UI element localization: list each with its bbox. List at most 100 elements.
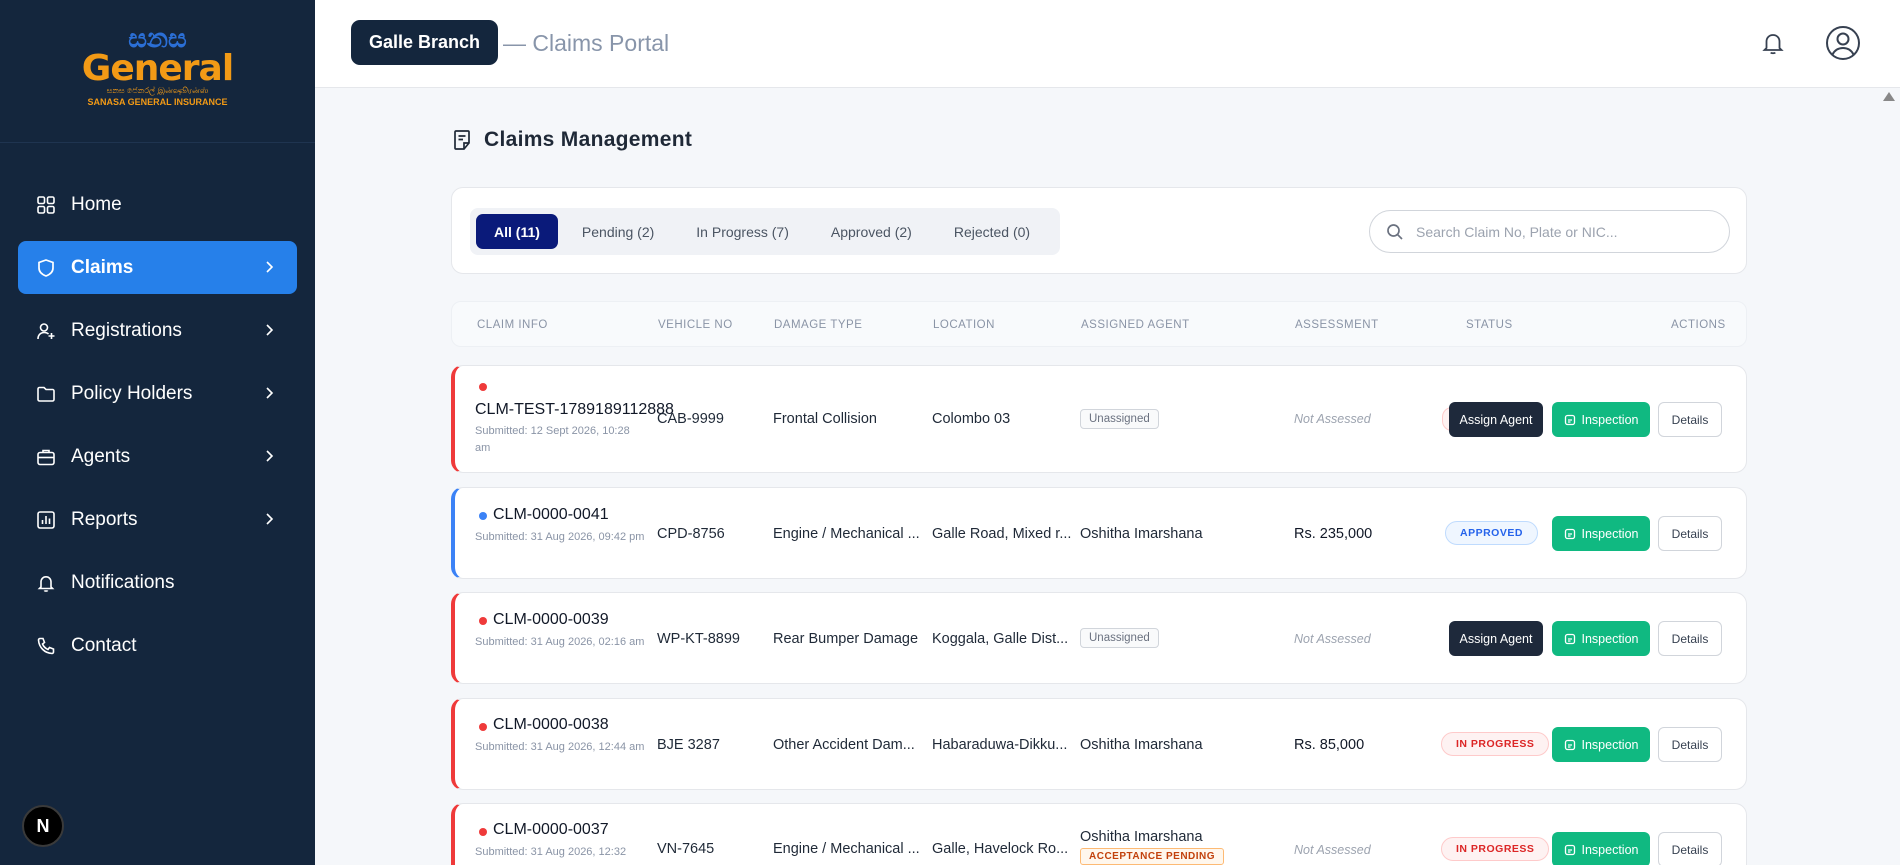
brand-logo[interactable]: සනස General සනස ජෙනරල් இன்ஷூரன்ஸ் SANASA… bbox=[0, 0, 315, 143]
inspection-button[interactable]: Inspection bbox=[1552, 832, 1650, 865]
inspection-label: Inspection bbox=[1581, 631, 1639, 646]
notification-bell-icon[interactable] bbox=[1760, 30, 1786, 56]
claim-number[interactable]: CLM-0000-0038 bbox=[493, 716, 609, 734]
table-row[interactable]: CLM-0000-0041 Submitted: 31 Aug 2026, 09… bbox=[451, 487, 1747, 579]
assigned-agent: Oshitha Imarshana bbox=[1080, 737, 1203, 753]
assign-agent-button[interactable]: Assign Agent bbox=[1449, 402, 1543, 437]
unassigned-badge: Unassigned bbox=[1080, 628, 1159, 648]
column-header: DAMAGE TYPE bbox=[774, 319, 863, 331]
sidebar-item-reports[interactable]: Reports bbox=[18, 493, 297, 546]
damage-type: Engine / Mechanical ... bbox=[773, 841, 920, 857]
folder-icon bbox=[36, 384, 56, 404]
inspection-button[interactable]: Inspection bbox=[1552, 621, 1650, 656]
sidebar-item-label: Registrations bbox=[71, 319, 182, 341]
search-input[interactable] bbox=[1416, 223, 1716, 240]
details-button[interactable]: Details bbox=[1658, 832, 1722, 865]
damage-type: Frontal Collision bbox=[773, 411, 877, 427]
table-row[interactable]: CLM-0000-0039 Submitted: 31 Aug 2026, 02… bbox=[451, 592, 1747, 684]
urgent-dot bbox=[479, 828, 487, 836]
grid-icon bbox=[36, 195, 56, 215]
chevron-right-icon bbox=[266, 513, 274, 525]
details-button[interactable]: Details bbox=[1658, 727, 1722, 762]
filter-card: All (11) Pending (2) In Progress (7) App… bbox=[451, 187, 1747, 274]
tab-approved[interactable]: Approved (2) bbox=[813, 214, 930, 249]
assessment-value: Rs. 85,000 bbox=[1294, 737, 1365, 753]
sidebar-item-home[interactable]: Home bbox=[18, 178, 297, 231]
tab-in-progress[interactable]: In Progress (7) bbox=[678, 214, 807, 249]
logo-tagline: සනස ජෙනරල් இன்ஷூரன்ஸ் bbox=[106, 86, 209, 95]
assign-agent-button[interactable]: Assign Agent bbox=[1449, 621, 1543, 656]
shield-icon bbox=[36, 258, 56, 278]
details-button[interactable]: Details bbox=[1658, 621, 1722, 656]
status-badge: IN PROGRESS bbox=[1441, 732, 1550, 756]
claim-number[interactable]: CLM-0000-0037 bbox=[493, 821, 609, 839]
damage-type: Engine / Mechanical ... bbox=[773, 526, 920, 542]
tab-all[interactable]: All (11) bbox=[476, 214, 558, 249]
acceptance-pending-badge: ACCEPTANCE PENDING bbox=[1080, 848, 1225, 865]
assessment-value: Not Assessed bbox=[1294, 632, 1371, 646]
sidebar: සනස General සනස ජෙනරල් இன்ஷூரன்ஸ் SANASA… bbox=[0, 0, 315, 865]
location: Galle, Havelock Ro... bbox=[932, 841, 1069, 857]
sidebar-item-label: Claims bbox=[71, 256, 134, 278]
tab-rejected[interactable]: Rejected (0) bbox=[936, 214, 1048, 249]
inspection-button[interactable]: Inspection bbox=[1552, 516, 1650, 551]
sidebar-item-label: Reports bbox=[71, 508, 138, 530]
table-row[interactable]: CLM-0000-0037 Submitted: 31 Aug 2026, 12… bbox=[451, 803, 1747, 865]
claim-number[interactable]: CLM-TEST-1789189112888 bbox=[475, 401, 674, 419]
assessment-value: Not Assessed bbox=[1294, 412, 1371, 426]
inspection-label: Inspection bbox=[1581, 737, 1639, 752]
damage-type: Rear Bumper Damage bbox=[773, 631, 919, 647]
status-badge: IN PROGRESS bbox=[1441, 837, 1550, 861]
inspection-button[interactable]: Inspection bbox=[1552, 402, 1650, 437]
sidebar-item-label: Contact bbox=[71, 634, 137, 656]
claim-number[interactable]: CLM-0000-0041 bbox=[493, 506, 609, 524]
status-badge: APPROVED bbox=[1445, 521, 1538, 545]
urgent-dot bbox=[479, 723, 487, 731]
sidebar-item-contact[interactable]: Contact bbox=[18, 619, 297, 672]
chart-icon bbox=[36, 510, 56, 530]
user-plus-icon bbox=[36, 321, 56, 341]
branch-pill[interactable]: Galle Branch bbox=[351, 20, 499, 65]
sidebar-item-agents[interactable]: Agents bbox=[18, 430, 297, 483]
sidebar-item-policy-holders[interactable]: Policy Holders bbox=[18, 367, 297, 420]
sidebar-item-label: Policy Holders bbox=[71, 382, 193, 404]
table-row[interactable]: CLM-0000-0038 Submitted: 31 Aug 2026, 12… bbox=[451, 698, 1747, 790]
assigned-agent: Oshitha Imarshana bbox=[1080, 829, 1203, 845]
user-avatar-icon[interactable] bbox=[1825, 25, 1861, 61]
search-box[interactable] bbox=[1369, 210, 1730, 253]
urgent-dot bbox=[479, 617, 487, 625]
claim-number[interactable]: CLM-0000-0039 bbox=[493, 611, 609, 629]
vehicle-number: WP-KT-8899 bbox=[657, 631, 740, 647]
chevron-right-icon bbox=[266, 324, 274, 336]
location: Colombo 03 bbox=[932, 411, 1011, 427]
column-header: CLAIM INFO bbox=[477, 319, 548, 331]
sidebar-item-label: Notifications bbox=[71, 571, 175, 593]
column-header: ASSESSMENT bbox=[1295, 319, 1379, 331]
sidebar-item-notifications[interactable]: Notifications bbox=[18, 556, 297, 609]
submitted-date: Submitted: 31 Aug 2026, 12:32 bbox=[475, 846, 627, 858]
portal-title: — Claims Portal bbox=[503, 30, 670, 56]
clipboard-icon bbox=[1564, 528, 1575, 539]
details-button[interactable]: Details bbox=[1658, 516, 1722, 551]
clipboard-icon bbox=[1564, 844, 1575, 855]
details-button[interactable]: Details bbox=[1658, 402, 1722, 437]
column-header: ASSIGNED AGENT bbox=[1081, 319, 1190, 331]
dev-tools-badge[interactable]: N bbox=[22, 805, 64, 847]
table-row[interactable]: CLM-TEST-1789189112888 Submitted: 12 Sep… bbox=[451, 365, 1747, 473]
location: Habaraduwa-Dikku... bbox=[932, 737, 1068, 753]
clipboard-icon bbox=[1564, 633, 1575, 644]
chevron-right-icon bbox=[266, 261, 274, 273]
sidebar-item-registrations[interactable]: Registrations bbox=[18, 304, 297, 357]
submitted-date: Submitted: 12 Sept 2026, 10:28 am bbox=[475, 425, 630, 454]
location: Koggala, Galle Dist... bbox=[932, 631, 1069, 647]
vehicle-number: BJE 3287 bbox=[657, 737, 720, 753]
sidebar-nav: Home Claims Registrations Policy Holders bbox=[0, 143, 315, 672]
clipboard-icon bbox=[1564, 739, 1575, 750]
inspection-label: Inspection bbox=[1581, 526, 1639, 541]
inspection-button[interactable]: Inspection bbox=[1552, 727, 1650, 762]
scroll-up-arrow[interactable] bbox=[1883, 92, 1895, 101]
tab-pending[interactable]: Pending (2) bbox=[564, 214, 672, 249]
search-icon bbox=[1387, 223, 1403, 240]
sidebar-item-claims[interactable]: Claims bbox=[18, 241, 297, 294]
unassigned-badge: Unassigned bbox=[1080, 409, 1159, 429]
